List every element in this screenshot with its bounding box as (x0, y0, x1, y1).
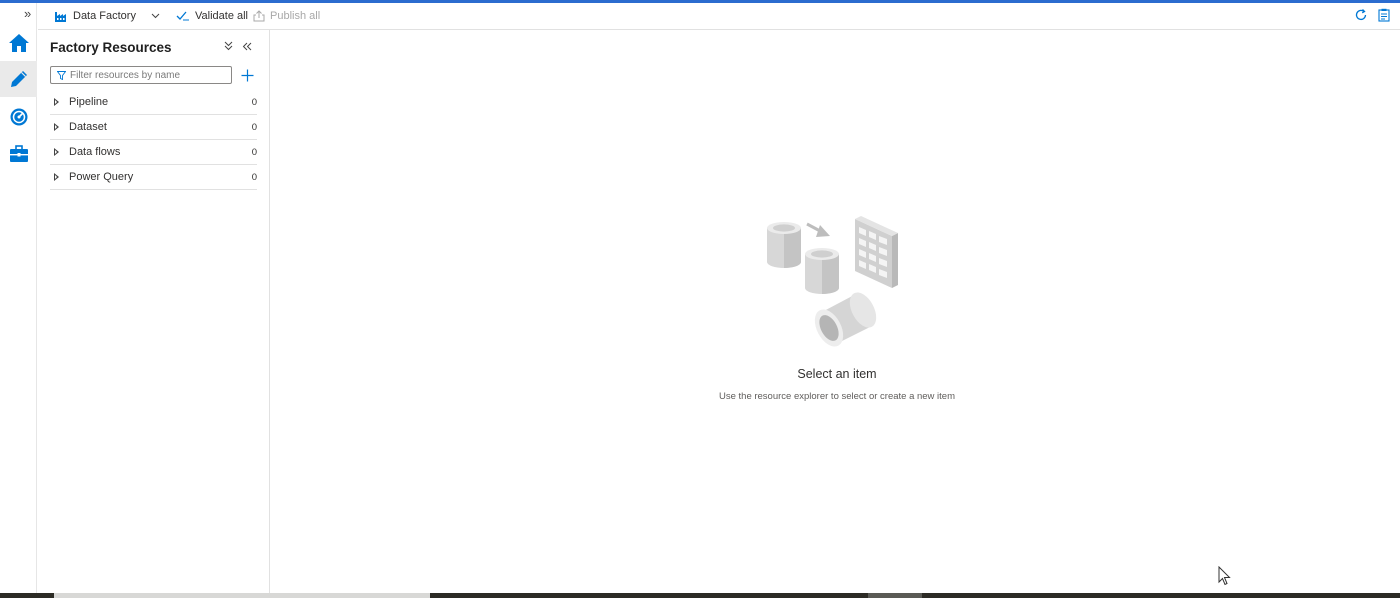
tree-item-dataset[interactable]: Dataset 0 (50, 115, 257, 140)
filter-resources-input[interactable] (70, 69, 220, 81)
factory-name: Data Factory (73, 10, 136, 22)
tree-item-data-flows[interactable]: Data flows 0 (50, 140, 257, 165)
caret-right-icon[interactable] (54, 98, 59, 106)
factory-resources-panel: Factory Resources Pipeline 0 Dataset 0 (38, 30, 270, 593)
refresh-button[interactable] (1354, 8, 1368, 27)
pipe-icon (814, 292, 877, 347)
collapse-all-icon (224, 41, 233, 51)
nav-manage-button[interactable] (0, 136, 37, 172)
double-chevron-left-icon (242, 42, 252, 51)
tree-item-count: 0 (251, 96, 257, 108)
database-cylinder-icon (805, 248, 839, 294)
tree-item-label: Data flows (69, 146, 121, 158)
empty-state-illustration (767, 216, 898, 347)
bottom-taskbar-strip (0, 593, 1400, 598)
add-resource-button[interactable] (239, 66, 255, 84)
left-nav-rail: » (0, 3, 37, 593)
refresh-icon (1355, 9, 1367, 21)
notes-button[interactable] (1378, 8, 1390, 27)
panel-title: Factory Resources (50, 40, 172, 55)
monitor-gauge-icon (10, 108, 27, 126)
taskbar-segment (868, 593, 922, 598)
toolbox-manage-icon (9, 145, 28, 162)
minimize-panel-button[interactable] (242, 40, 252, 54)
tree-item-count: 0 (251, 171, 257, 183)
validate-all-button[interactable]: Validate all (176, 3, 248, 29)
caret-right-icon[interactable] (54, 173, 59, 181)
database-cylinder-icon (767, 222, 801, 268)
tree-item-label: Power Query (69, 171, 134, 183)
tree-item-label: Pipeline (69, 96, 109, 108)
tree-item-pipeline[interactable]: Pipeline 0 (50, 90, 257, 115)
pencil-author-icon (10, 71, 27, 87)
validate-check-icon (176, 11, 189, 21)
factory-icon (55, 12, 66, 22)
tree-item-count: 0 (251, 121, 257, 133)
resource-tree: Pipeline 0 Dataset 0 Data flows 0 Power … (50, 90, 257, 190)
caret-right-icon[interactable] (54, 148, 59, 156)
collapse-all-button[interactable] (224, 40, 233, 54)
chevron-down-icon[interactable] (151, 13, 160, 19)
nav-monitor-button[interactable] (0, 99, 37, 135)
empty-state-title: Select an item (797, 367, 877, 381)
validate-all-label: Validate all (195, 10, 248, 22)
expand-rail-icon[interactable]: » (24, 7, 31, 20)
table-grid-icon (855, 216, 898, 288)
tree-item-count: 0 (251, 146, 257, 158)
arrow-right-icon (806, 222, 830, 237)
publish-all-label: Publish all (270, 10, 321, 22)
empty-state-subtitle: Use the resource explorer to select or c… (718, 391, 956, 402)
publish-all-button[interactable]: Publish all (253, 3, 320, 29)
plus-icon (241, 69, 253, 81)
factory-selector[interactable]: Data Factory (55, 3, 165, 29)
caret-right-icon[interactable] (54, 123, 59, 131)
nav-home-button[interactable] (0, 25, 37, 61)
tree-item-power-query[interactable]: Power Query 0 (50, 165, 257, 190)
tree-item-label: Dataset (69, 121, 107, 133)
nav-author-button[interactable] (0, 61, 37, 97)
home-icon (8, 34, 29, 52)
top-toolbar: Data Factory Validate all Publish all (38, 3, 1400, 30)
publish-upload-icon (253, 10, 265, 22)
filter-resources-field[interactable] (50, 66, 232, 84)
taskbar-segment (54, 593, 430, 598)
clipboard-icon (1378, 8, 1390, 22)
mouse-cursor-icon (1218, 566, 1231, 586)
filter-funnel-icon (57, 70, 66, 80)
